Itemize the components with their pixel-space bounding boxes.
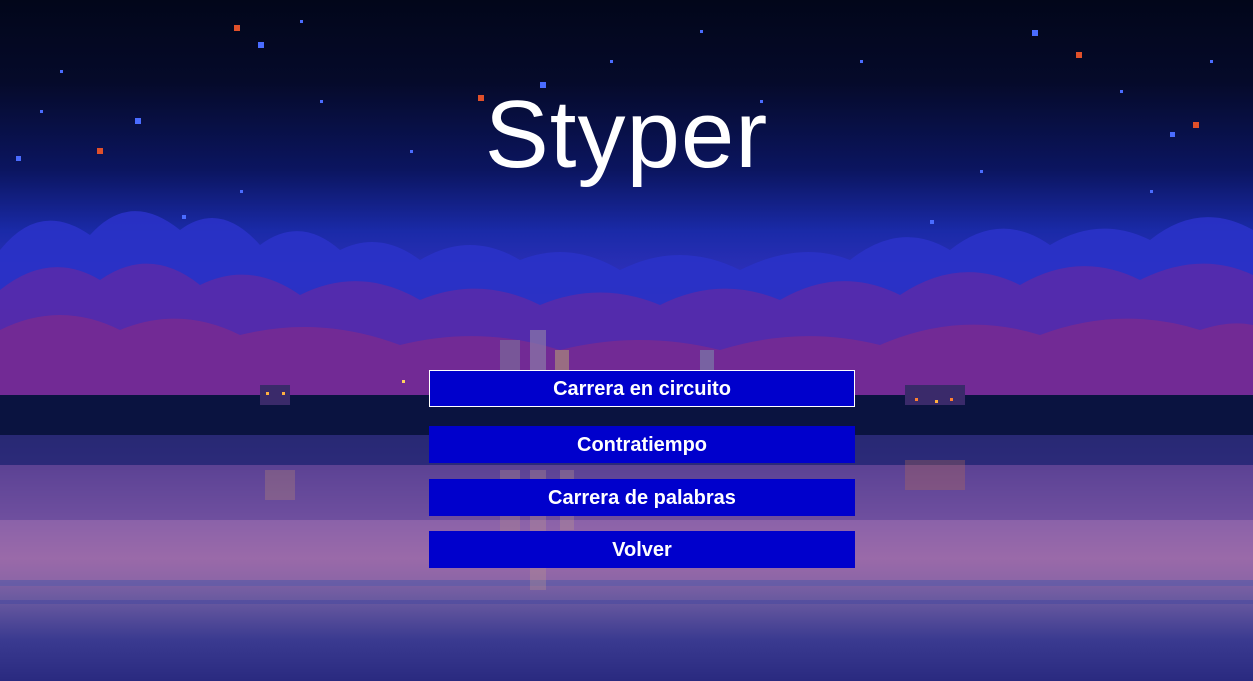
time-trial-button[interactable]: Contratiempo — [429, 426, 855, 463]
game-title: Styper — [484, 81, 769, 188]
game-screen: Styper Carrera en circuito Contratiempo … — [0, 0, 1253, 681]
back-button[interactable]: Volver — [429, 531, 855, 568]
circuit-race-button[interactable]: Carrera en circuito — [429, 370, 855, 407]
word-race-button[interactable]: Carrera de palabras — [429, 479, 855, 516]
